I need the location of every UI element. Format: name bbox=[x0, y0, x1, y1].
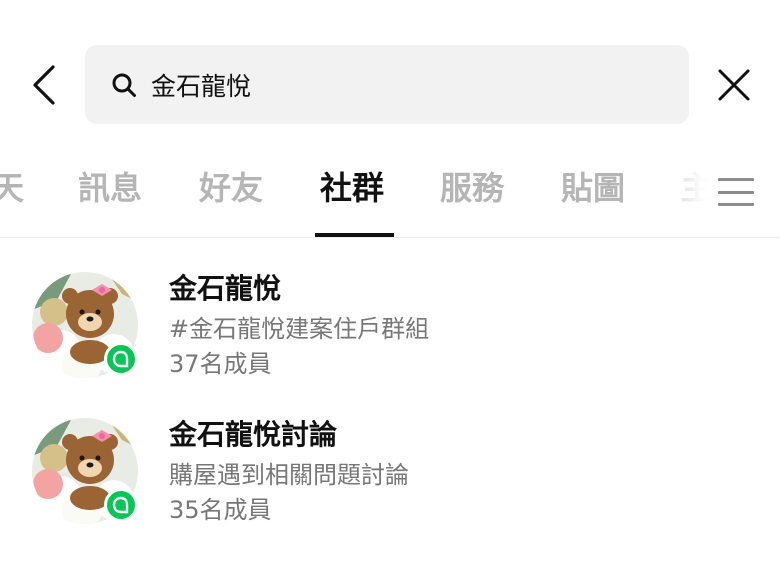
member-count: 35名成員 bbox=[169, 496, 272, 524]
search-input[interactable] bbox=[151, 70, 631, 99]
tab-chats[interactable]: 天 bbox=[0, 168, 24, 208]
close-icon bbox=[718, 69, 750, 101]
search-bar[interactable] bbox=[85, 45, 689, 124]
tab-stickers[interactable]: 貼圖 bbox=[561, 168, 625, 208]
member-count: 37名成員 bbox=[169, 350, 272, 378]
tabs-fade-overlay bbox=[650, 150, 780, 236]
openchat-badge-icon bbox=[104, 342, 138, 376]
active-tab-indicator bbox=[315, 233, 394, 237]
tab-communities[interactable]: 社群 bbox=[320, 168, 384, 208]
tab-friends[interactable]: 好友 bbox=[199, 168, 263, 208]
tab-messages[interactable]: 訊息 bbox=[78, 168, 142, 208]
search-header bbox=[0, 0, 780, 150]
list-item[interactable]: 金石龍悅 #金石龍悅建案住戶群組 37名成員 bbox=[0, 268, 780, 408]
clear-search-button[interactable] bbox=[711, 62, 757, 108]
community-description: 購屋遇到相關問題討論 bbox=[169, 461, 409, 489]
hamburger-menu-icon[interactable] bbox=[716, 174, 756, 210]
community-name: 金石龍悅 bbox=[169, 272, 282, 305]
openchat-badge-icon bbox=[104, 488, 138, 522]
tab-services[interactable]: 服務 bbox=[440, 168, 504, 208]
back-button[interactable] bbox=[24, 60, 64, 110]
category-tabs: 天 訊息 好友 社群 服務 貼圖 主 bbox=[0, 150, 780, 238]
list-item[interactable]: 金石龍悅討論 購屋遇到相關問題討論 35名成員 bbox=[0, 414, 780, 554]
community-description: #金石龍悅建案住戶群組 bbox=[169, 315, 430, 343]
chevron-left-icon bbox=[33, 65, 55, 105]
search-icon bbox=[109, 70, 139, 100]
community-name: 金石龍悅討論 bbox=[169, 418, 338, 451]
